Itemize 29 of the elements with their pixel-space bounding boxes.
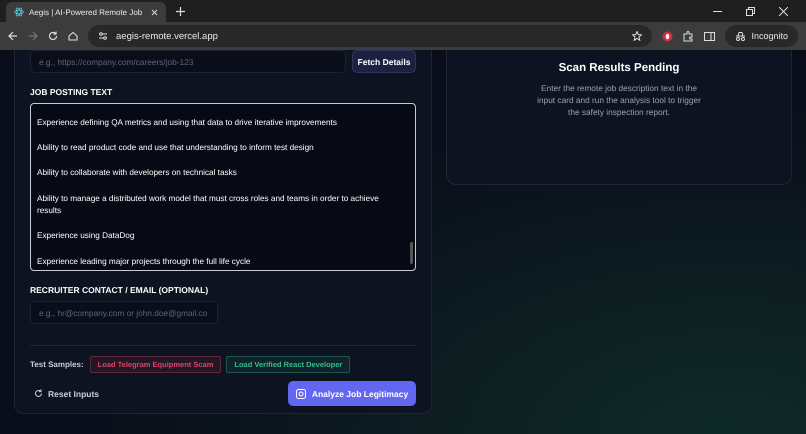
close-icon[interactable] bbox=[779, 6, 788, 16]
field-label: JOB POSTING TEXT bbox=[30, 87, 114, 97]
job-posting-textarea[interactable]: Experience defining QA metrics and using that data to drive iterative improvements Ability to read product code and use that understanding to inform test design Ability to collaborate with developers on technical tasks Ability to manage a distributed work model that must cross roles and teams in order to achieve results Experience using DataDog Experience leading major projects through the full life cycle bbox=[30, 103, 416, 271]
home-icon[interactable] bbox=[68, 31, 78, 41]
fetch-details-button[interactable]: Fetch Details bbox=[352, 50, 416, 73]
site-settings-icon[interactable] bbox=[98, 31, 108, 41]
star-icon[interactable] bbox=[632, 31, 642, 41]
field-label: RECRUITER CONTACT / EMAIL (OPTIONAL) bbox=[30, 285, 210, 295]
reset-button[interactable]: Reset Inputs bbox=[30, 388, 104, 398]
incognito-badge[interactable]: Incognito bbox=[725, 25, 798, 47]
results-title: Scan Results Pending bbox=[558, 62, 680, 74]
restore-icon[interactable] bbox=[746, 6, 755, 16]
samples-label: Test Samples: bbox=[30, 360, 84, 369]
results-message: Enter the remote job description text in the input card and run the analysis tool to trigger the safety inspection report. bbox=[536, 82, 702, 118]
atom-icon bbox=[14, 7, 24, 17]
refresh-icon bbox=[34, 389, 43, 398]
address-bar[interactable]: aegis-remote.vercel.app bbox=[88, 25, 652, 47]
back-icon[interactable] bbox=[8, 31, 18, 41]
incognito-icon bbox=[735, 32, 746, 40]
reload-icon[interactable] bbox=[48, 31, 58, 41]
analyze-button[interactable]: Analyze Job Legitimacy bbox=[288, 381, 416, 406]
forward-icon[interactable] bbox=[28, 31, 38, 41]
extension-icon[interactable] bbox=[662, 30, 674, 42]
browser-tab[interactable]: Aegis | AI-Powered Remote Job bbox=[6, 2, 166, 22]
puzzle-icon[interactable] bbox=[683, 30, 694, 42]
new-tab-icon[interactable] bbox=[176, 6, 185, 16]
sidebar-icon[interactable] bbox=[704, 30, 716, 42]
scan-icon bbox=[296, 388, 306, 398]
close-icon[interactable] bbox=[151, 8, 158, 16]
